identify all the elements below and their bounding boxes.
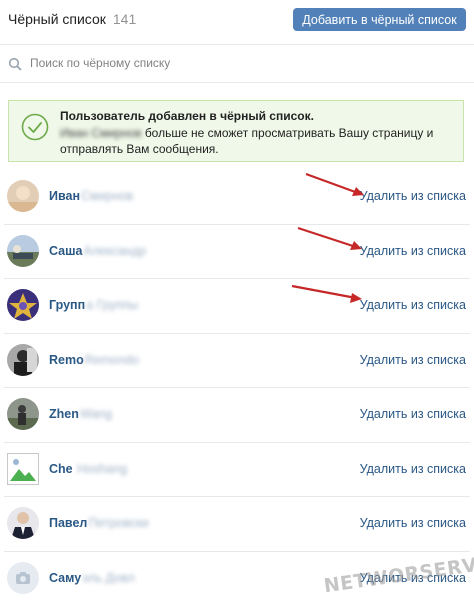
user-blurred-name: Hoshang — [77, 461, 128, 476]
avatar[interactable] — [7, 180, 39, 212]
user-blurred-name: Wang — [79, 407, 113, 421]
list-item: Группа Группы Удалить из списка — [4, 279, 470, 334]
search-bar — [0, 45, 474, 83]
user-first-name: Zhen — [49, 407, 79, 421]
avatar[interactable] — [7, 398, 39, 430]
user-first-name: Павел — [49, 516, 88, 530]
remove-from-list-link[interactable]: Удалить из списка — [360, 298, 466, 312]
list-item: СашаАлександр Удалить из списка — [4, 225, 470, 279]
user-name[interactable]: Che Hoshang — [49, 462, 127, 476]
user-first-name: Саша — [49, 243, 83, 258]
remove-from-list-link[interactable]: Удалить из списка — [360, 516, 466, 530]
notice-message: Иван Смирнов больше не сможет просматрив… — [60, 125, 455, 157]
user-blurred-name: Remondo — [84, 352, 139, 367]
search-input[interactable] — [30, 54, 450, 72]
user-blurred-name: а Группы — [86, 298, 139, 312]
page-title: Чёрный список 141 — [8, 11, 136, 27]
user-blurred-name: Александр — [83, 243, 147, 258]
user-name[interactable]: Группа Группы — [49, 298, 138, 312]
user-first-name: Саму — [49, 570, 82, 585]
avatar[interactable] — [7, 234, 39, 267]
user-name[interactable]: ИванСмирнов — [49, 189, 133, 203]
user-blurred-name: Смирнов — [81, 189, 134, 203]
list-item: RemoRemondo Удалить из списка — [4, 334, 470, 388]
user-name[interactable]: ZhenWang — [49, 407, 112, 421]
user-name[interactable]: Самуэль Довл — [49, 571, 135, 585]
user-first-name: Remo — [49, 352, 84, 367]
header: Чёрный список 141 Добавить в чёрный списо… — [0, 0, 474, 45]
list-item: ИванСмирнов Удалить из списка — [4, 170, 470, 225]
user-blurred-name: Петровски — [88, 516, 149, 530]
user-blurred-name: эль Довл — [82, 570, 135, 585]
red-arrow-icon — [297, 226, 362, 250]
user-first-name: Che — [49, 461, 73, 476]
user-first-name: Групп — [49, 298, 86, 312]
red-arrow-icon — [305, 172, 364, 196]
remove-from-list-link[interactable]: Удалить из списка — [360, 189, 466, 203]
red-arrow-icon — [291, 284, 362, 303]
user-name[interactable]: RemoRemondo — [49, 353, 139, 367]
search-icon — [8, 57, 22, 71]
remove-from-list-link[interactable]: Удалить из списка — [360, 244, 466, 258]
avatar[interactable] — [7, 289, 39, 321]
remove-from-list-link[interactable]: Удалить из списка — [360, 462, 466, 476]
list-item: ПавелПетровски Удалить из списка — [4, 497, 470, 552]
check-circle-icon — [21, 113, 49, 141]
blacklist-count: 141 — [112, 11, 137, 27]
avatar[interactable] — [7, 507, 39, 539]
user-name[interactable]: ПавелПетровски — [49, 516, 149, 530]
blacklist-list: ИванСмирнов Удалить из списка СашаАлекса… — [0, 170, 474, 605]
page-title-text: Чёрный список — [8, 11, 106, 27]
camera-placeholder-icon — [7, 561, 39, 594]
avatar[interactable] — [7, 343, 39, 376]
avatar[interactable] — [7, 561, 39, 594]
avatar[interactable] — [7, 452, 39, 485]
notice-blurred-name: Иван Смирнов — [60, 126, 142, 140]
add-to-blacklist-button[interactable]: Добавить в чёрный список — [293, 8, 466, 31]
success-notice: Пользователь добавлен в чёрный список. И… — [8, 100, 464, 162]
user-first-name: Иван — [49, 189, 81, 203]
remove-from-list-link[interactable]: Удалить из списка — [360, 407, 466, 421]
list-item: ZhenWang Удалить из списка — [4, 388, 470, 443]
user-name[interactable]: СашаАлександр — [49, 244, 146, 258]
list-item: Che Hoshang Удалить из списка — [4, 443, 470, 497]
notice-title: Пользователь добавлен в чёрный список. — [60, 109, 314, 123]
remove-from-list-link[interactable]: Удалить из списка — [360, 353, 466, 367]
